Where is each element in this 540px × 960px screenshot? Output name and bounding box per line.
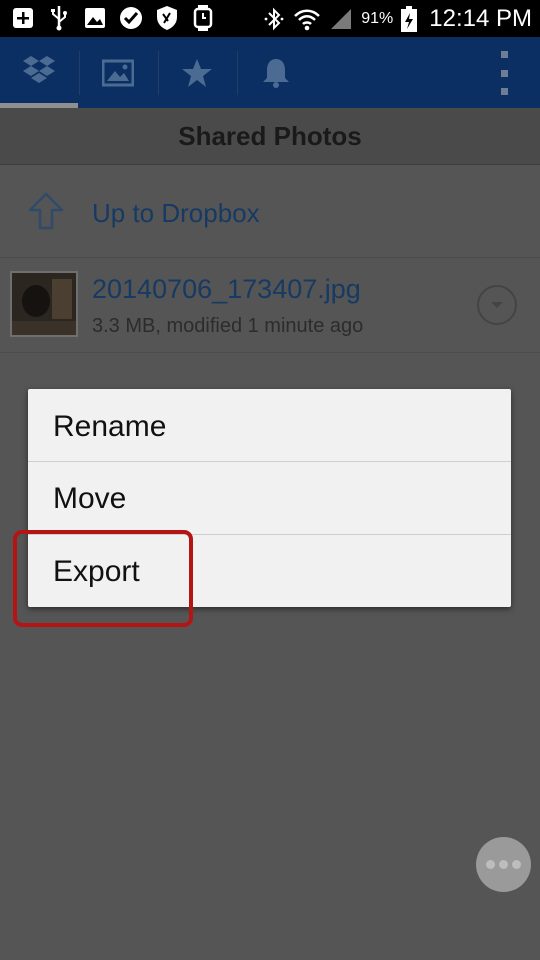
- bluetooth-icon: [264, 7, 284, 30]
- export-highlight-annotation: [13, 530, 193, 627]
- file-meta: 3.3 MB, modified 1 minute ago: [92, 315, 364, 337]
- file-row[interactable]: 20140706_173407.jpg 3.3 MB, modified 1 m…: [0, 258, 540, 353]
- menu-item-move[interactable]: Move: [28, 463, 511, 535]
- file-name: 20140706_173407.jpg: [92, 274, 361, 304]
- wifi-icon: [294, 9, 321, 30]
- page-title: Shared Photos: [178, 120, 362, 151]
- clock: 12:14 PM: [429, 4, 532, 32]
- notification-icons: [10, 5, 216, 31]
- up-arrow-icon: [28, 192, 64, 230]
- image-icon: [82, 5, 108, 31]
- notifications-icon: [263, 58, 289, 88]
- favorites-icon: [182, 58, 212, 87]
- floating-more-button[interactable]: [476, 837, 531, 892]
- usb-icon: [46, 5, 72, 31]
- up-label: Up to Dropbox: [92, 198, 260, 228]
- dropbox-icon: [23, 56, 55, 83]
- status-bar: 91% 12:14 PM: [0, 0, 540, 37]
- ellipsis-icon: [486, 860, 495, 869]
- folder-header: Shared Photos: [0, 108, 540, 165]
- more-icon[interactable]: [498, 51, 510, 95]
- tab-favorites[interactable]: [158, 37, 236, 108]
- shield-icon: [154, 5, 180, 31]
- battery-percent: 91%: [361, 9, 394, 27]
- file-thumbnail: [10, 271, 78, 337]
- system-indicators: 91% 12:14 PM: [263, 0, 532, 37]
- watch-icon: [190, 5, 216, 31]
- file-options-button[interactable]: [477, 285, 517, 325]
- tab-dropbox[interactable]: [0, 37, 78, 108]
- add-icon: [10, 5, 36, 31]
- photos-icon: [102, 59, 134, 86]
- signal-icon: [331, 8, 352, 29]
- tab-notifications[interactable]: [237, 37, 315, 108]
- menu-item-rename[interactable]: Rename: [28, 391, 511, 463]
- tab-photos[interactable]: [79, 37, 157, 108]
- check-icon: [118, 5, 144, 31]
- battery-icon: [401, 5, 418, 32]
- action-bar: [0, 37, 540, 108]
- up-to-parent-row[interactable]: Up to Dropbox: [0, 165, 540, 258]
- chevron-down-icon: [491, 302, 503, 308]
